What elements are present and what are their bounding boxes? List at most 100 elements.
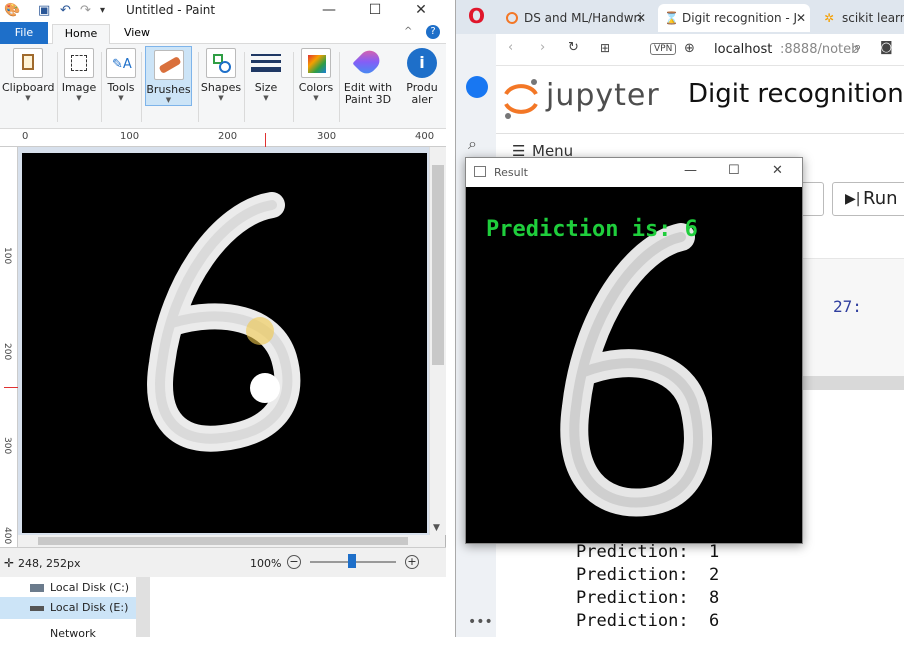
horizontal-ruler: 0 100 200 300 400: [0, 129, 446, 147]
globe-icon: ⊕: [684, 41, 695, 56]
zoom-out-button[interactable]: −: [287, 555, 301, 569]
clipboard-group[interactable]: Clipboard ▼: [2, 48, 55, 124]
help-icon[interactable]: ?: [426, 25, 440, 39]
prediction-line: Prediction: 6: [576, 611, 720, 631]
scroll-down-icon[interactable]: ▼: [433, 523, 440, 533]
edit-with-paint3d-button[interactable]: Edit with Paint 3D: [341, 46, 395, 124]
result-title-bar: Result — ☐ ✕: [466, 158, 802, 187]
colors-group[interactable]: Colors ▼: [296, 48, 336, 124]
divider: [339, 52, 340, 122]
product-alert-button[interactable]: i Produ aler: [400, 48, 444, 124]
tab-label: DS and ML/Handwri: [524, 11, 642, 25]
ruler-tick: 200: [2, 343, 12, 361]
brushes-group[interactable]: Brushes ▼: [145, 46, 192, 106]
url-host[interactable]: localhost: [714, 42, 772, 57]
drive-c-label: Local Disk (C:): [50, 581, 130, 594]
product-label-2: aler: [411, 93, 433, 106]
tab-file[interactable]: File: [0, 22, 48, 44]
disk-icon: [30, 606, 44, 611]
zoom-in-button[interactable]: +: [405, 555, 419, 569]
notebook-title[interactable]: Digit recognition: [688, 79, 904, 109]
result-image: Prediction is: 6: [466, 187, 802, 543]
ruler-tick: 300: [2, 437, 12, 455]
scroll-thumb[interactable]: [38, 537, 408, 545]
drive-e-label: Local Disk (E:): [50, 601, 129, 614]
maximize-button[interactable]: ☐: [728, 163, 740, 178]
collapse-ribbon-icon[interactable]: ^: [404, 26, 412, 37]
maximize-button[interactable]: ☐: [352, 0, 398, 22]
info-icon: i: [407, 48, 437, 78]
explorer-scrollbar[interactable]: [136, 577, 150, 637]
more-icon[interactable]: •••: [468, 614, 493, 630]
prediction-label: Prediction is: 6: [486, 217, 698, 242]
vertical-scrollbar[interactable]: ▼: [429, 147, 446, 535]
divider: [293, 52, 294, 122]
tab-label: Digit recognition - J: [682, 11, 798, 25]
drawing-canvas[interactable]: [22, 153, 427, 533]
jupyter-wordmark[interactable]: jupyter: [546, 78, 660, 113]
redo-icon[interactable]: ↷: [80, 3, 91, 18]
shapes-group[interactable]: Shapes ▼: [200, 48, 242, 124]
edit3d-label-2: Paint 3D: [344, 93, 392, 106]
file-explorer-peek: Local Disk (C:) Local Disk (E:) Network: [0, 577, 446, 640]
ruler-tick: 0: [22, 131, 29, 142]
close-tab-icon[interactable]: ✕: [636, 4, 646, 32]
drive-e[interactable]: Local Disk (E:): [0, 597, 136, 619]
vpn-badge[interactable]: VPN: [650, 43, 677, 55]
cursor-position: 248, 252px: [18, 557, 81, 570]
size-icon: [251, 48, 281, 78]
cursor-marker: [4, 387, 18, 388]
ruler-tick: 400: [415, 131, 435, 142]
tab-home[interactable]: Home: [52, 24, 110, 44]
shapes-label: Shapes: [200, 81, 242, 94]
opera-icon[interactable]: O: [468, 4, 485, 28]
window-icon: [474, 166, 486, 177]
close-tab-icon[interactable]: ✕: [796, 4, 806, 32]
back-icon[interactable]: ‹: [508, 40, 513, 55]
divider: [198, 52, 199, 122]
paint3d-icon: [352, 46, 384, 78]
vertical-ruler: 100 200 300 400: [0, 147, 18, 547]
tab-label: scikit learn -: [842, 11, 904, 25]
tab-view[interactable]: View: [114, 24, 160, 44]
zoom-slider-thumb[interactable]: [348, 554, 356, 568]
tools-group[interactable]: ✎A Tools ▼: [103, 48, 139, 124]
size-group[interactable]: Size ▼: [247, 48, 285, 124]
paint-window: 🎨 ▣ ↶ ↷ ▾ Untitled - Paint — ☐ ✕ File Ho…: [0, 0, 446, 640]
camera-icon[interactable]: ◙: [880, 40, 893, 55]
zoom-icon[interactable]: ⌕: [854, 40, 861, 55]
drive-c[interactable]: Local Disk (C:): [0, 577, 136, 599]
forward-icon[interactable]: ›: [540, 40, 545, 55]
network-item[interactable]: Network: [0, 623, 136, 645]
minimize-button[interactable]: —: [306, 0, 352, 22]
status-bar: ✛ 248, 252px 100% − +: [0, 547, 446, 577]
brushes-label: Brushes: [146, 83, 191, 96]
result-window: Result — ☐ ✕ Prediction is: 6: [465, 157, 803, 544]
save-icon[interactable]: ▣: [38, 3, 50, 18]
messenger-icon[interactable]: [466, 76, 488, 98]
browser-tab-2[interactable]: ⌛ Digit recognition - J ✕: [658, 4, 810, 32]
prediction-line: Prediction: 8: [576, 588, 720, 608]
run-button[interactable]: ▶| Run: [832, 182, 904, 216]
handwritten-digit: [147, 192, 301, 452]
jupyter-header: jupyter Digit recognition: [496, 66, 904, 134]
search-icon[interactable]: ⌕: [468, 134, 477, 154]
address-bar: ‹ › ↻ ⊞ VPN ⊕ localhost :8888/noteb ⌕ ◙: [496, 34, 904, 66]
brush-icon: [153, 50, 184, 80]
speed-dial-icon[interactable]: ⊞: [600, 41, 610, 55]
minimize-button[interactable]: —: [684, 163, 697, 178]
horizontal-scrollbar[interactable]: [18, 535, 429, 547]
colors-label: Colors: [298, 81, 334, 94]
scroll-thumb[interactable]: [432, 165, 444, 365]
url-rest[interactable]: :8888/noteb: [780, 42, 859, 57]
close-button[interactable]: ✕: [772, 163, 783, 178]
image-label: Image: [61, 81, 97, 94]
image-group[interactable]: Image ▼: [60, 48, 98, 124]
browser-tab-bar: O DS and ML/Handwri ✕ ⌛ Digit recognitio…: [456, 0, 904, 34]
customize-qat-icon[interactable]: ▾: [100, 5, 105, 16]
browser-tab-3[interactable]: ✲ scikit learn -: [818, 4, 904, 32]
browser-tab-1[interactable]: DS and ML/Handwri ✕: [500, 4, 650, 32]
reload-icon[interactable]: ↻: [568, 40, 579, 55]
close-button[interactable]: ✕: [398, 0, 444, 22]
undo-icon[interactable]: ↶: [60, 3, 71, 18]
